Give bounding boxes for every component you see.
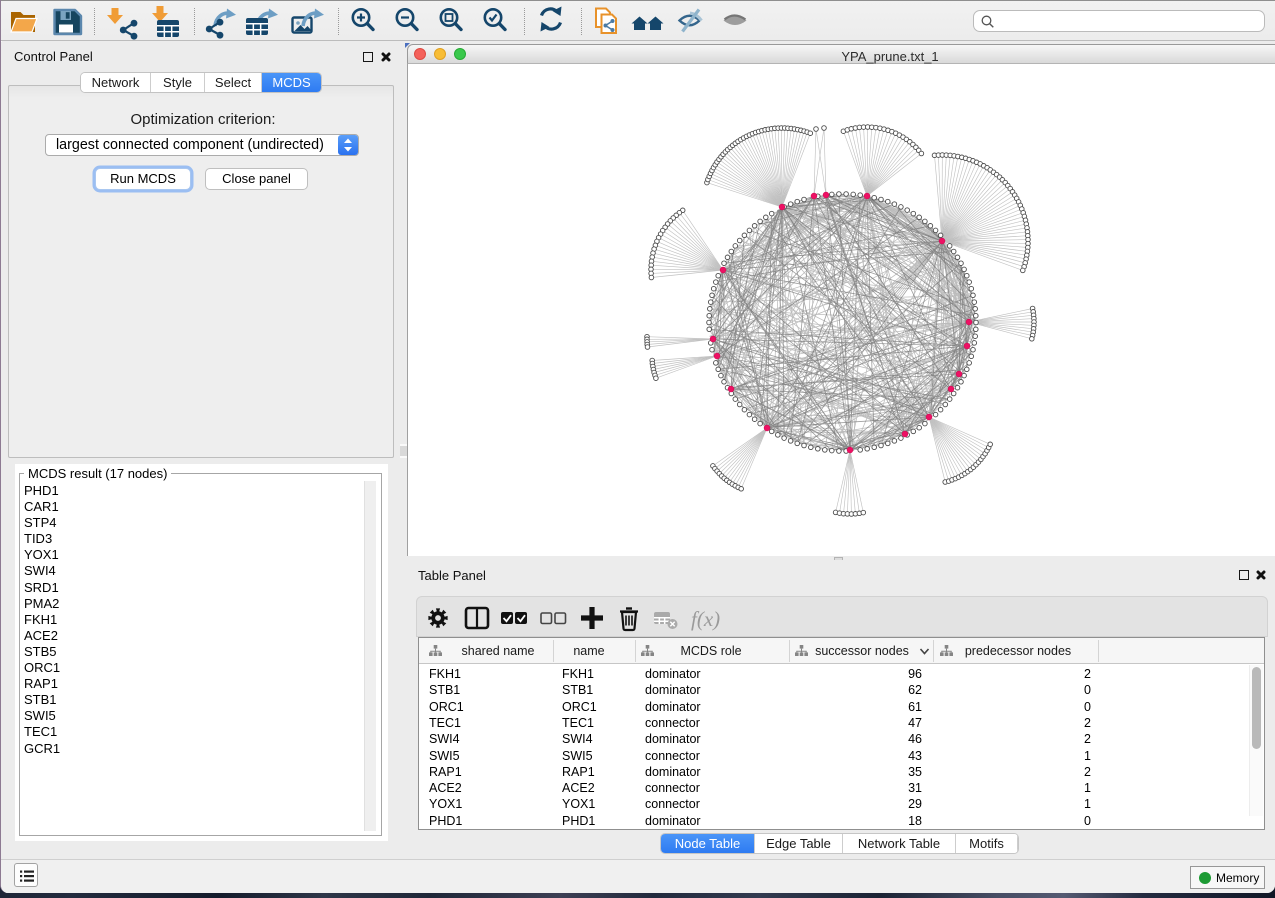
svg-text:f(x): f(x) xyxy=(691,607,720,631)
